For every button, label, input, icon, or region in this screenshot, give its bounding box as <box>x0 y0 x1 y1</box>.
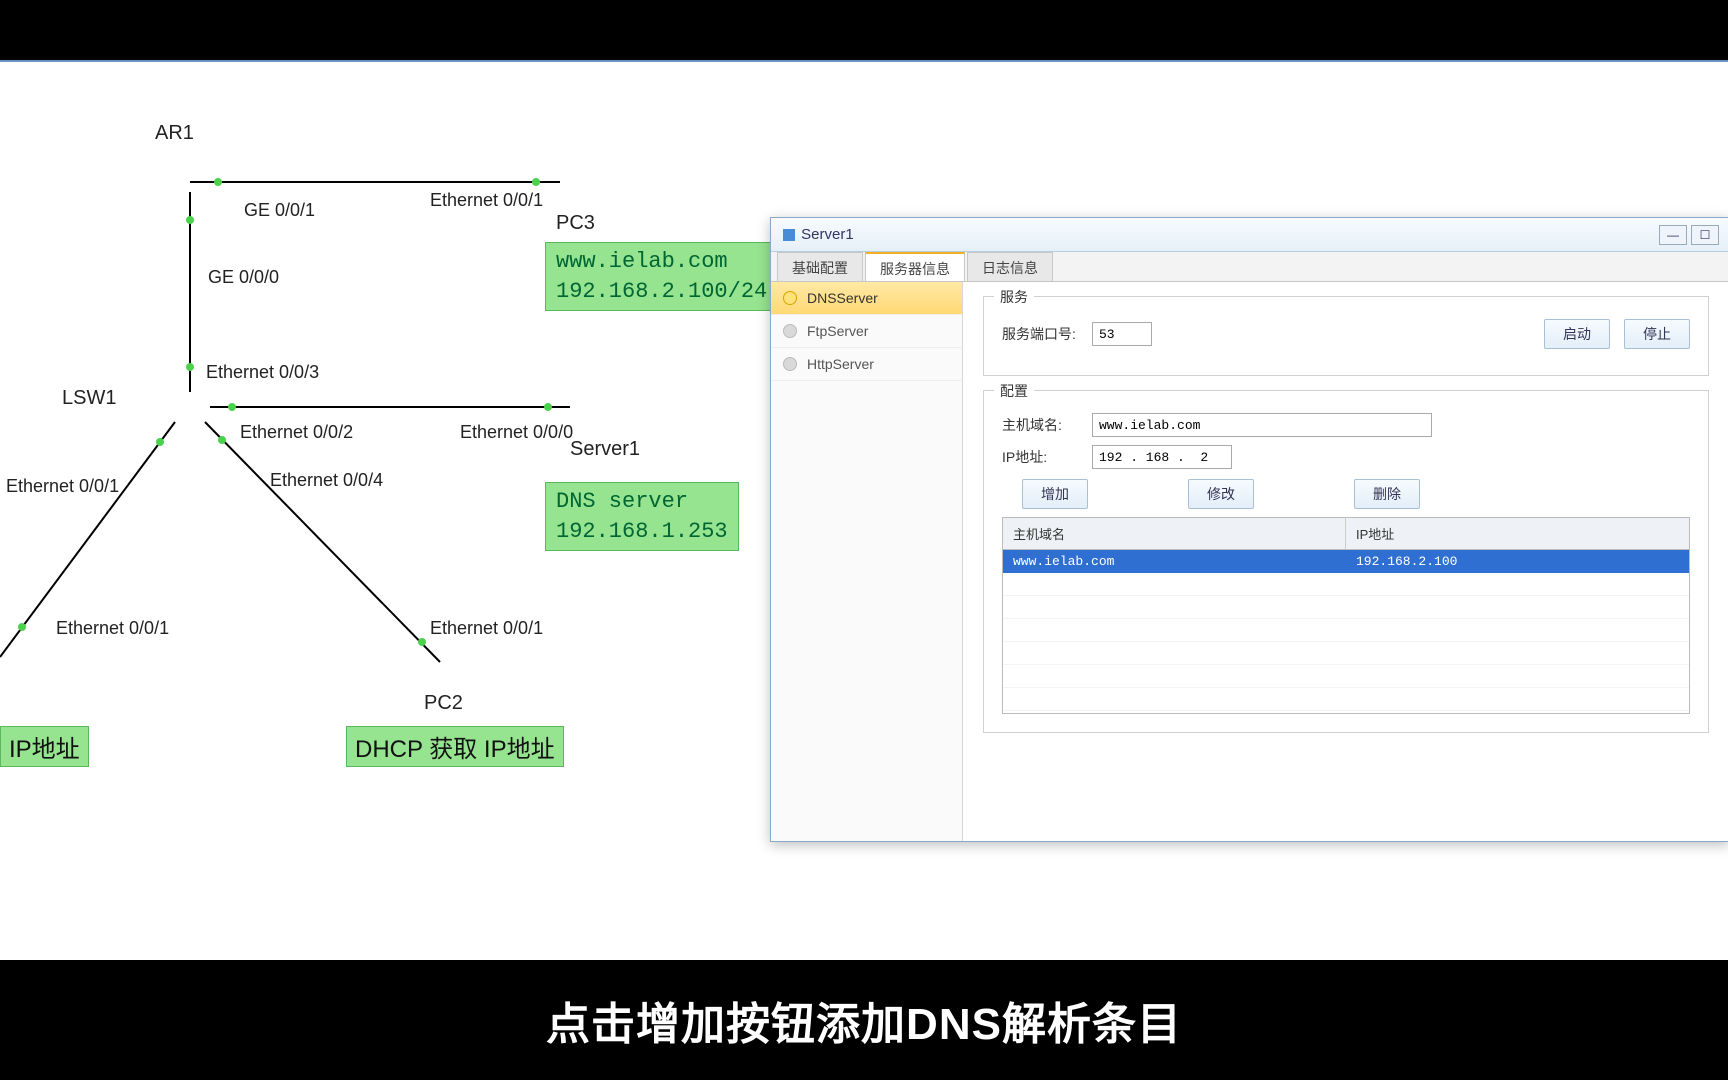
dialog-title: Server1 <box>801 226 854 243</box>
device-label-lsw1: LSW1 <box>62 387 116 410</box>
service-group: 服务 服务端口号: 启动 停止 <box>983 296 1709 376</box>
note-pc1: IP地址 <box>0 726 89 767</box>
note-server: DNS server 192.168.1.253 <box>545 482 739 551</box>
col-host[interactable]: 主机域名 <box>1003 518 1346 549</box>
server-type-list: DNSServer FtpServer HttpServer <box>771 282 963 841</box>
radio-icon <box>783 324 797 338</box>
note-pc3: www.ielab.com 192.168.2.100/24 <box>545 242 778 311</box>
cell-host: www.ielab.com <box>1003 550 1346 573</box>
port-label: 服务端口号: <box>1002 324 1092 344</box>
minimize-button[interactable]: — <box>1659 225 1687 245</box>
add-button[interactable]: 增加 <box>1022 479 1088 509</box>
if-label: Ethernet 0/0/2 <box>240 422 353 443</box>
config-group: 配置 主机域名: IP地址: 增加 修改 删除 <box>983 390 1709 733</box>
if-label: GE 0/0/1 <box>244 200 315 221</box>
modify-button[interactable]: 修改 <box>1188 479 1254 509</box>
side-item-http[interactable]: HttpServer <box>771 348 962 381</box>
if-label: Ethernet 0/0/3 <box>206 362 319 383</box>
col-ip[interactable]: IP地址 <box>1346 518 1689 549</box>
group-title: 配置 <box>994 381 1034 401</box>
tab-basic[interactable]: 基础配置 <box>777 252 863 281</box>
tab-server-info[interactable]: 服务器信息 <box>865 252 965 281</box>
table-row[interactable]: www.ielab.com 192.168.2.100 <box>1003 550 1689 573</box>
ip-label: IP地址: <box>1002 447 1092 467</box>
side-item-ftp[interactable]: FtpServer <box>771 315 962 348</box>
device-label-pc3: PC3 <box>556 212 595 235</box>
if-label: Ethernet 0/0/0 <box>460 422 573 443</box>
radio-icon <box>783 357 797 371</box>
subtitle-caption: 点击增加按钮添加DNS解析条目 <box>0 960 1728 1080</box>
device-label-pc2: PC2 <box>424 692 463 715</box>
device-label-ar1: AR1 <box>155 122 194 145</box>
note-pc2: DHCP 获取 IP地址 <box>346 726 564 767</box>
if-label: Ethernet 0/0/1 <box>56 618 169 639</box>
dialog-titlebar[interactable]: Server1 — ☐ <box>771 218 1728 252</box>
if-label: GE 0/0/0 <box>208 267 279 288</box>
device-label-server1: Server1 <box>570 438 640 461</box>
side-item-label: FtpServer <box>807 323 868 339</box>
if-label: Ethernet 0/0/1 <box>6 476 119 497</box>
side-item-label: HttpServer <box>807 356 874 372</box>
if-label: Ethernet 0/0/1 <box>430 190 543 211</box>
host-input[interactable] <box>1092 413 1432 437</box>
delete-button[interactable]: 删除 <box>1354 479 1420 509</box>
cell-ip: 192.168.2.100 <box>1346 550 1689 573</box>
app-icon <box>781 227 797 243</box>
if-label: Ethernet 0/0/1 <box>430 618 543 639</box>
side-item-dns[interactable]: DNSServer <box>771 282 962 315</box>
port-input[interactable] <box>1092 322 1152 346</box>
ip-input[interactable] <box>1092 445 1232 469</box>
table-empty-area[interactable] <box>1003 573 1689 713</box>
tab-bar: 基础配置 服务器信息 日志信息 <box>771 252 1728 282</box>
group-title: 服务 <box>994 287 1034 307</box>
if-label: Ethernet 0/0/4 <box>270 470 383 491</box>
host-label: 主机域名: <box>1002 415 1092 435</box>
dns-table: 主机域名 IP地址 www.ielab.com 192.168.2.100 <box>1002 517 1690 714</box>
stop-button[interactable]: 停止 <box>1624 319 1690 349</box>
server-config-dialog: Server1 — ☐ 基础配置 服务器信息 日志信息 DNSServer Ft… <box>770 217 1728 842</box>
maximize-button[interactable]: ☐ <box>1691 225 1719 245</box>
start-button[interactable]: 启动 <box>1544 319 1610 349</box>
side-item-label: DNSServer <box>807 290 878 306</box>
tab-log[interactable]: 日志信息 <box>967 252 1053 281</box>
radio-icon <box>783 291 797 305</box>
